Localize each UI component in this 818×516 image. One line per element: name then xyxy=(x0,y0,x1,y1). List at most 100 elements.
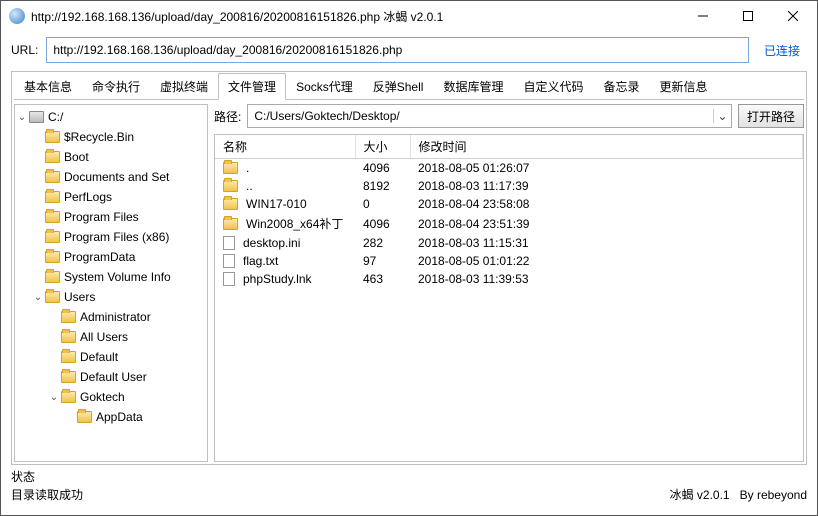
tab-5[interactable]: 反弹Shell xyxy=(363,73,434,99)
close-button[interactable] xyxy=(770,2,815,30)
folder-icon xyxy=(45,291,60,303)
tree-node[interactable]: ⌄Goktech xyxy=(15,387,207,407)
tree-node[interactable]: $Recycle.Bin xyxy=(15,127,207,147)
tab-8[interactable]: 备忘录 xyxy=(593,73,649,99)
path-input[interactable] xyxy=(248,105,713,127)
tree-node[interactable]: System Volume Info xyxy=(15,267,207,287)
table-row[interactable]: desktop.ini 2822018-08-03 11:15:31 xyxy=(215,234,803,252)
chevron-down-icon[interactable]: ⌄ xyxy=(31,292,45,303)
file-mtime: 2018-08-03 11:17:39 xyxy=(410,177,803,195)
maximize-button[interactable] xyxy=(725,2,770,30)
file-icon xyxy=(223,236,235,250)
status-message: 目录读取成功 xyxy=(11,486,83,503)
col-size[interactable]: 大小 xyxy=(355,135,410,159)
folder-icon xyxy=(223,180,238,192)
tab-1[interactable]: 命令执行 xyxy=(82,73,150,99)
tree-node[interactable]: Administrator xyxy=(15,307,207,327)
drive-icon xyxy=(29,111,44,123)
tree-label: ProgramData xyxy=(64,250,135,264)
tab-bar: 基本信息命令执行虚拟终端文件管理Socks代理反弹Shell数据库管理自定义代码… xyxy=(14,74,804,100)
status-bar: 状态 目录读取成功 冰蝎 v2.0.1 By rebeyond xyxy=(1,465,817,505)
tree-node[interactable]: ProgramData xyxy=(15,247,207,267)
tab-7[interactable]: 自定义代码 xyxy=(513,73,593,99)
url-label: URL: xyxy=(11,43,38,57)
tab-6[interactable]: 数据库管理 xyxy=(433,73,513,99)
tree-node[interactable]: AppData xyxy=(15,407,207,427)
tree-node[interactable]: Boot xyxy=(15,147,207,167)
file-mtime: 2018-08-03 11:39:53 xyxy=(410,270,803,288)
chevron-down-icon[interactable]: ⌄ xyxy=(15,112,29,123)
file-size: 8192 xyxy=(355,177,410,195)
chevron-down-icon[interactable]: ⌄ xyxy=(713,109,731,123)
col-mtime[interactable]: 修改时间 xyxy=(410,135,803,159)
file-size: 4096 xyxy=(355,159,410,178)
chevron-down-icon[interactable]: ⌄ xyxy=(47,392,61,403)
tree-label: Default User xyxy=(80,370,147,384)
folder-icon xyxy=(61,331,76,343)
table-row[interactable]: flag.txt972018-08-05 01:01:22 xyxy=(215,252,803,270)
file-name: phpStudy.lnk xyxy=(243,272,312,286)
app-icon xyxy=(9,8,25,24)
tree-label: System Volume Info xyxy=(64,270,171,284)
file-name: .. xyxy=(246,179,253,193)
tab-4[interactable]: Socks代理 xyxy=(286,73,363,99)
url-input[interactable] xyxy=(46,37,749,63)
url-row: URL: 已连接 xyxy=(11,37,807,63)
table-row[interactable]: Win2008_x64补丁40962018-08-04 23:51:39 xyxy=(215,213,803,234)
tree-label: Users xyxy=(64,290,95,304)
file-mtime: 2018-08-04 23:51:39 xyxy=(410,213,803,234)
file-mtime: 2018-08-05 01:26:07 xyxy=(410,159,803,178)
folder-icon xyxy=(223,198,238,210)
folder-icon xyxy=(223,162,238,174)
file-name: desktop.ini xyxy=(243,236,300,250)
table-row[interactable]: phpStudy.lnk 4632018-08-03 11:39:53 xyxy=(215,270,803,288)
file-mtime: 2018-08-03 11:15:31 xyxy=(410,234,803,252)
tab-2[interactable]: 虚拟终端 xyxy=(150,73,218,99)
file-mtime: 2018-08-05 01:01:22 xyxy=(410,252,803,270)
tab-3[interactable]: 文件管理 xyxy=(218,73,286,100)
window-title: http://192.168.168.136/upload/day_200816… xyxy=(31,8,680,25)
file-size: 463 xyxy=(355,270,410,288)
file-list[interactable]: 名称 大小 修改时间 . 40962018-08-05 01:26:07.. 819… xyxy=(214,134,804,462)
tree-node[interactable]: ⌄ C:/ xyxy=(15,107,207,127)
path-row: 路径: ⌄ 打开路径 xyxy=(214,104,804,128)
tree-label: Program Files xyxy=(64,210,139,224)
tree-label: $Recycle.Bin xyxy=(64,130,134,144)
path-label: 路径: xyxy=(214,108,241,125)
tree-node[interactable]: Default User xyxy=(15,367,207,387)
file-name: . xyxy=(246,161,249,175)
tree-node[interactable]: PerfLogs xyxy=(15,187,207,207)
tree-node[interactable]: Program Files (x86) xyxy=(15,227,207,247)
folder-icon xyxy=(61,371,76,383)
folder-icon xyxy=(223,218,238,230)
file-name: Win2008_x64补丁 xyxy=(246,215,343,232)
tab-0[interactable]: 基本信息 xyxy=(14,73,82,99)
table-row[interactable]: WIN17-01002018-08-04 23:58:08 xyxy=(215,195,803,213)
table-row[interactable]: . 40962018-08-05 01:26:07 xyxy=(215,159,803,178)
folder-icon xyxy=(45,151,60,163)
folder-tree[interactable]: ⌄ C:/$Recycle.Bin Boot Documents and SetPer… xyxy=(14,104,208,462)
tree-label: C:/ xyxy=(48,110,63,124)
tree-label: Default xyxy=(80,350,118,364)
tree-node[interactable]: Program Files xyxy=(15,207,207,227)
file-name: WIN17-010 xyxy=(246,197,307,211)
tree-label: Boot xyxy=(64,150,89,164)
tree-node[interactable]: ⌄ Users xyxy=(15,287,207,307)
connection-status: 已连接 xyxy=(757,42,807,59)
tree-node[interactable]: Documents and Set xyxy=(15,167,207,187)
tab-9[interactable]: 更新信息 xyxy=(649,73,717,99)
file-size: 97 xyxy=(355,252,410,270)
minimize-button[interactable] xyxy=(680,2,725,30)
table-row[interactable]: .. 81922018-08-03 11:17:39 xyxy=(215,177,803,195)
path-combo[interactable]: ⌄ xyxy=(247,104,732,128)
col-name[interactable]: 名称 xyxy=(215,135,355,159)
file-size: 282 xyxy=(355,234,410,252)
tree-node[interactable]: All Users xyxy=(15,327,207,347)
tree-node[interactable]: Default xyxy=(15,347,207,367)
folder-icon xyxy=(61,391,76,403)
folder-icon xyxy=(77,411,92,423)
main-panel: 基本信息命令执行虚拟终端文件管理Socks代理反弹Shell数据库管理自定义代码… xyxy=(11,71,807,465)
brand-text: 冰蝎 v2.0.1 By rebeyond xyxy=(670,486,807,503)
open-path-button[interactable]: 打开路径 xyxy=(738,104,804,128)
tree-label: AppData xyxy=(96,410,143,424)
